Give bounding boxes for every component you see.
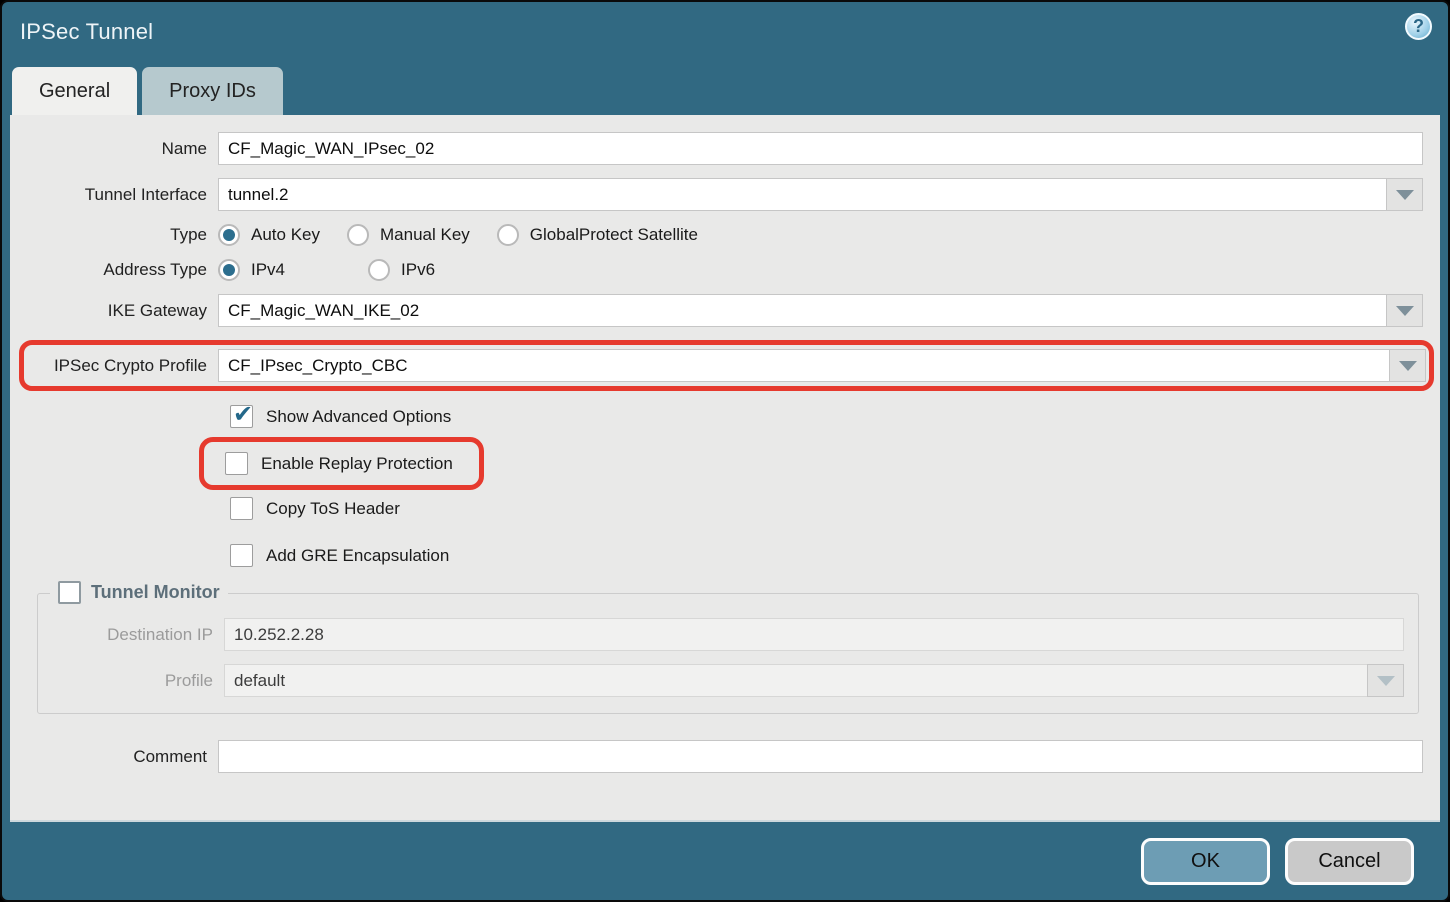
ike-gateway-dropdown-button[interactable] [1386, 294, 1423, 327]
ike-gateway-input[interactable]: CF_Magic_WAN_IKE_02 [218, 294, 1386, 327]
ipsec-crypto-profile-label: IPSec Crypto Profile [26, 356, 218, 376]
radio-unselected-icon [368, 259, 390, 281]
ike-gateway-label: IKE Gateway [26, 301, 218, 321]
address-type-row: Address Type IPv4 IPv6 [26, 259, 1423, 281]
dialog-titlebar: IPSec Tunnel ? [2, 2, 1448, 62]
ike-gateway-row: IKE Gateway CF_Magic_WAN_IKE_02 [26, 294, 1423, 327]
enable-replay-protection-checkbox[interactable]: Enable Replay Protection [225, 452, 453, 475]
ipsec-tunnel-dialog: IPSec Tunnel ? General Proxy IDs Name CF… [0, 0, 1450, 902]
profile-label: Profile [38, 671, 224, 691]
name-input[interactable]: CF_Magic_WAN_IPsec_02 [218, 132, 1423, 165]
destination-ip-input: 10.252.2.28 [224, 618, 1404, 651]
ipsec-crypto-profile-input[interactable]: CF_IPsec_Crypto_CBC [218, 349, 1389, 382]
chevron-down-icon [1377, 676, 1395, 686]
radio-globalprotect-satellite[interactable]: GlobalProtect Satellite [497, 224, 698, 246]
tab-general[interactable]: General [12, 67, 137, 115]
checkbox-unchecked-icon [230, 544, 253, 567]
radio-selected-icon [218, 224, 240, 246]
tunnel-interface-dropdown-button[interactable] [1386, 178, 1423, 211]
checkbox-checked-icon [230, 405, 253, 428]
tab-proxy-ids[interactable]: Proxy IDs [142, 67, 283, 115]
radio-unselected-icon [497, 224, 519, 246]
add-gre-encapsulation-checkbox[interactable]: Add GRE Encapsulation [230, 544, 1440, 567]
destination-ip-label: Destination IP [38, 625, 224, 645]
name-row: Name CF_Magic_WAN_IPsec_02 [26, 132, 1423, 165]
copy-tos-header-checkbox[interactable]: Copy ToS Header [230, 497, 1440, 520]
dialog-title: IPSec Tunnel [20, 19, 153, 45]
radio-ipv6[interactable]: IPv6 [368, 259, 435, 281]
ok-button[interactable]: OK [1141, 838, 1270, 885]
radio-auto-key[interactable]: Auto Key [218, 224, 320, 246]
comment-label: Comment [26, 747, 218, 767]
show-advanced-options-checkbox[interactable]: Show Advanced Options [230, 405, 1440, 428]
type-row: Type Auto Key Manual Key GlobalProtect S… [26, 224, 1423, 246]
chevron-down-icon [1396, 190, 1414, 200]
help-icon[interactable]: ? [1405, 13, 1432, 40]
general-tab-panel: Name CF_Magic_WAN_IPsec_02 Tunnel Interf… [10, 115, 1440, 822]
comment-row: Comment [26, 740, 1423, 773]
comment-input[interactable] [218, 740, 1423, 773]
cancel-button[interactable]: Cancel [1285, 838, 1414, 885]
ipsec-crypto-profile-row: IPSec Crypto Profile CF_IPsec_Crypto_CBC [26, 349, 1426, 382]
tunnel-interface-label: Tunnel Interface [26, 185, 218, 205]
profile-dropdown-button [1367, 664, 1404, 697]
chevron-down-icon [1396, 306, 1414, 316]
profile-row: Profile default [38, 664, 1404, 697]
tunnel-interface-input[interactable]: tunnel.2 [218, 178, 1386, 211]
dialog-footer: OK Cancel [2, 822, 1448, 900]
enable-replay-protection-highlight: Enable Replay Protection [199, 437, 484, 490]
tunnel-monitor-section: Tunnel Monitor Destination IP 10.252.2.2… [37, 593, 1419, 714]
checkbox-unchecked-icon [225, 452, 248, 475]
checkbox-unchecked-icon [230, 497, 253, 520]
address-type-label: Address Type [26, 260, 218, 280]
radio-manual-key[interactable]: Manual Key [347, 224, 470, 246]
chevron-down-icon [1399, 361, 1417, 371]
tab-bar: General Proxy IDs [2, 62, 1448, 115]
destination-ip-row: Destination IP 10.252.2.28 [38, 618, 1404, 651]
ipsec-crypto-profile-dropdown-button[interactable] [1389, 349, 1426, 382]
type-label: Type [26, 225, 218, 245]
checkbox-unchecked-icon [58, 581, 81, 604]
tunnel-interface-row: Tunnel Interface tunnel.2 [26, 178, 1423, 211]
radio-unselected-icon [347, 224, 369, 246]
radio-selected-icon [218, 259, 240, 281]
radio-ipv4[interactable]: IPv4 [218, 259, 285, 281]
ipsec-crypto-profile-highlight: IPSec Crypto Profile CF_IPsec_Crypto_CBC [19, 340, 1434, 391]
tunnel-monitor-checkbox[interactable]: Tunnel Monitor [50, 581, 228, 604]
profile-input: default [224, 664, 1367, 697]
name-label: Name [26, 139, 218, 159]
